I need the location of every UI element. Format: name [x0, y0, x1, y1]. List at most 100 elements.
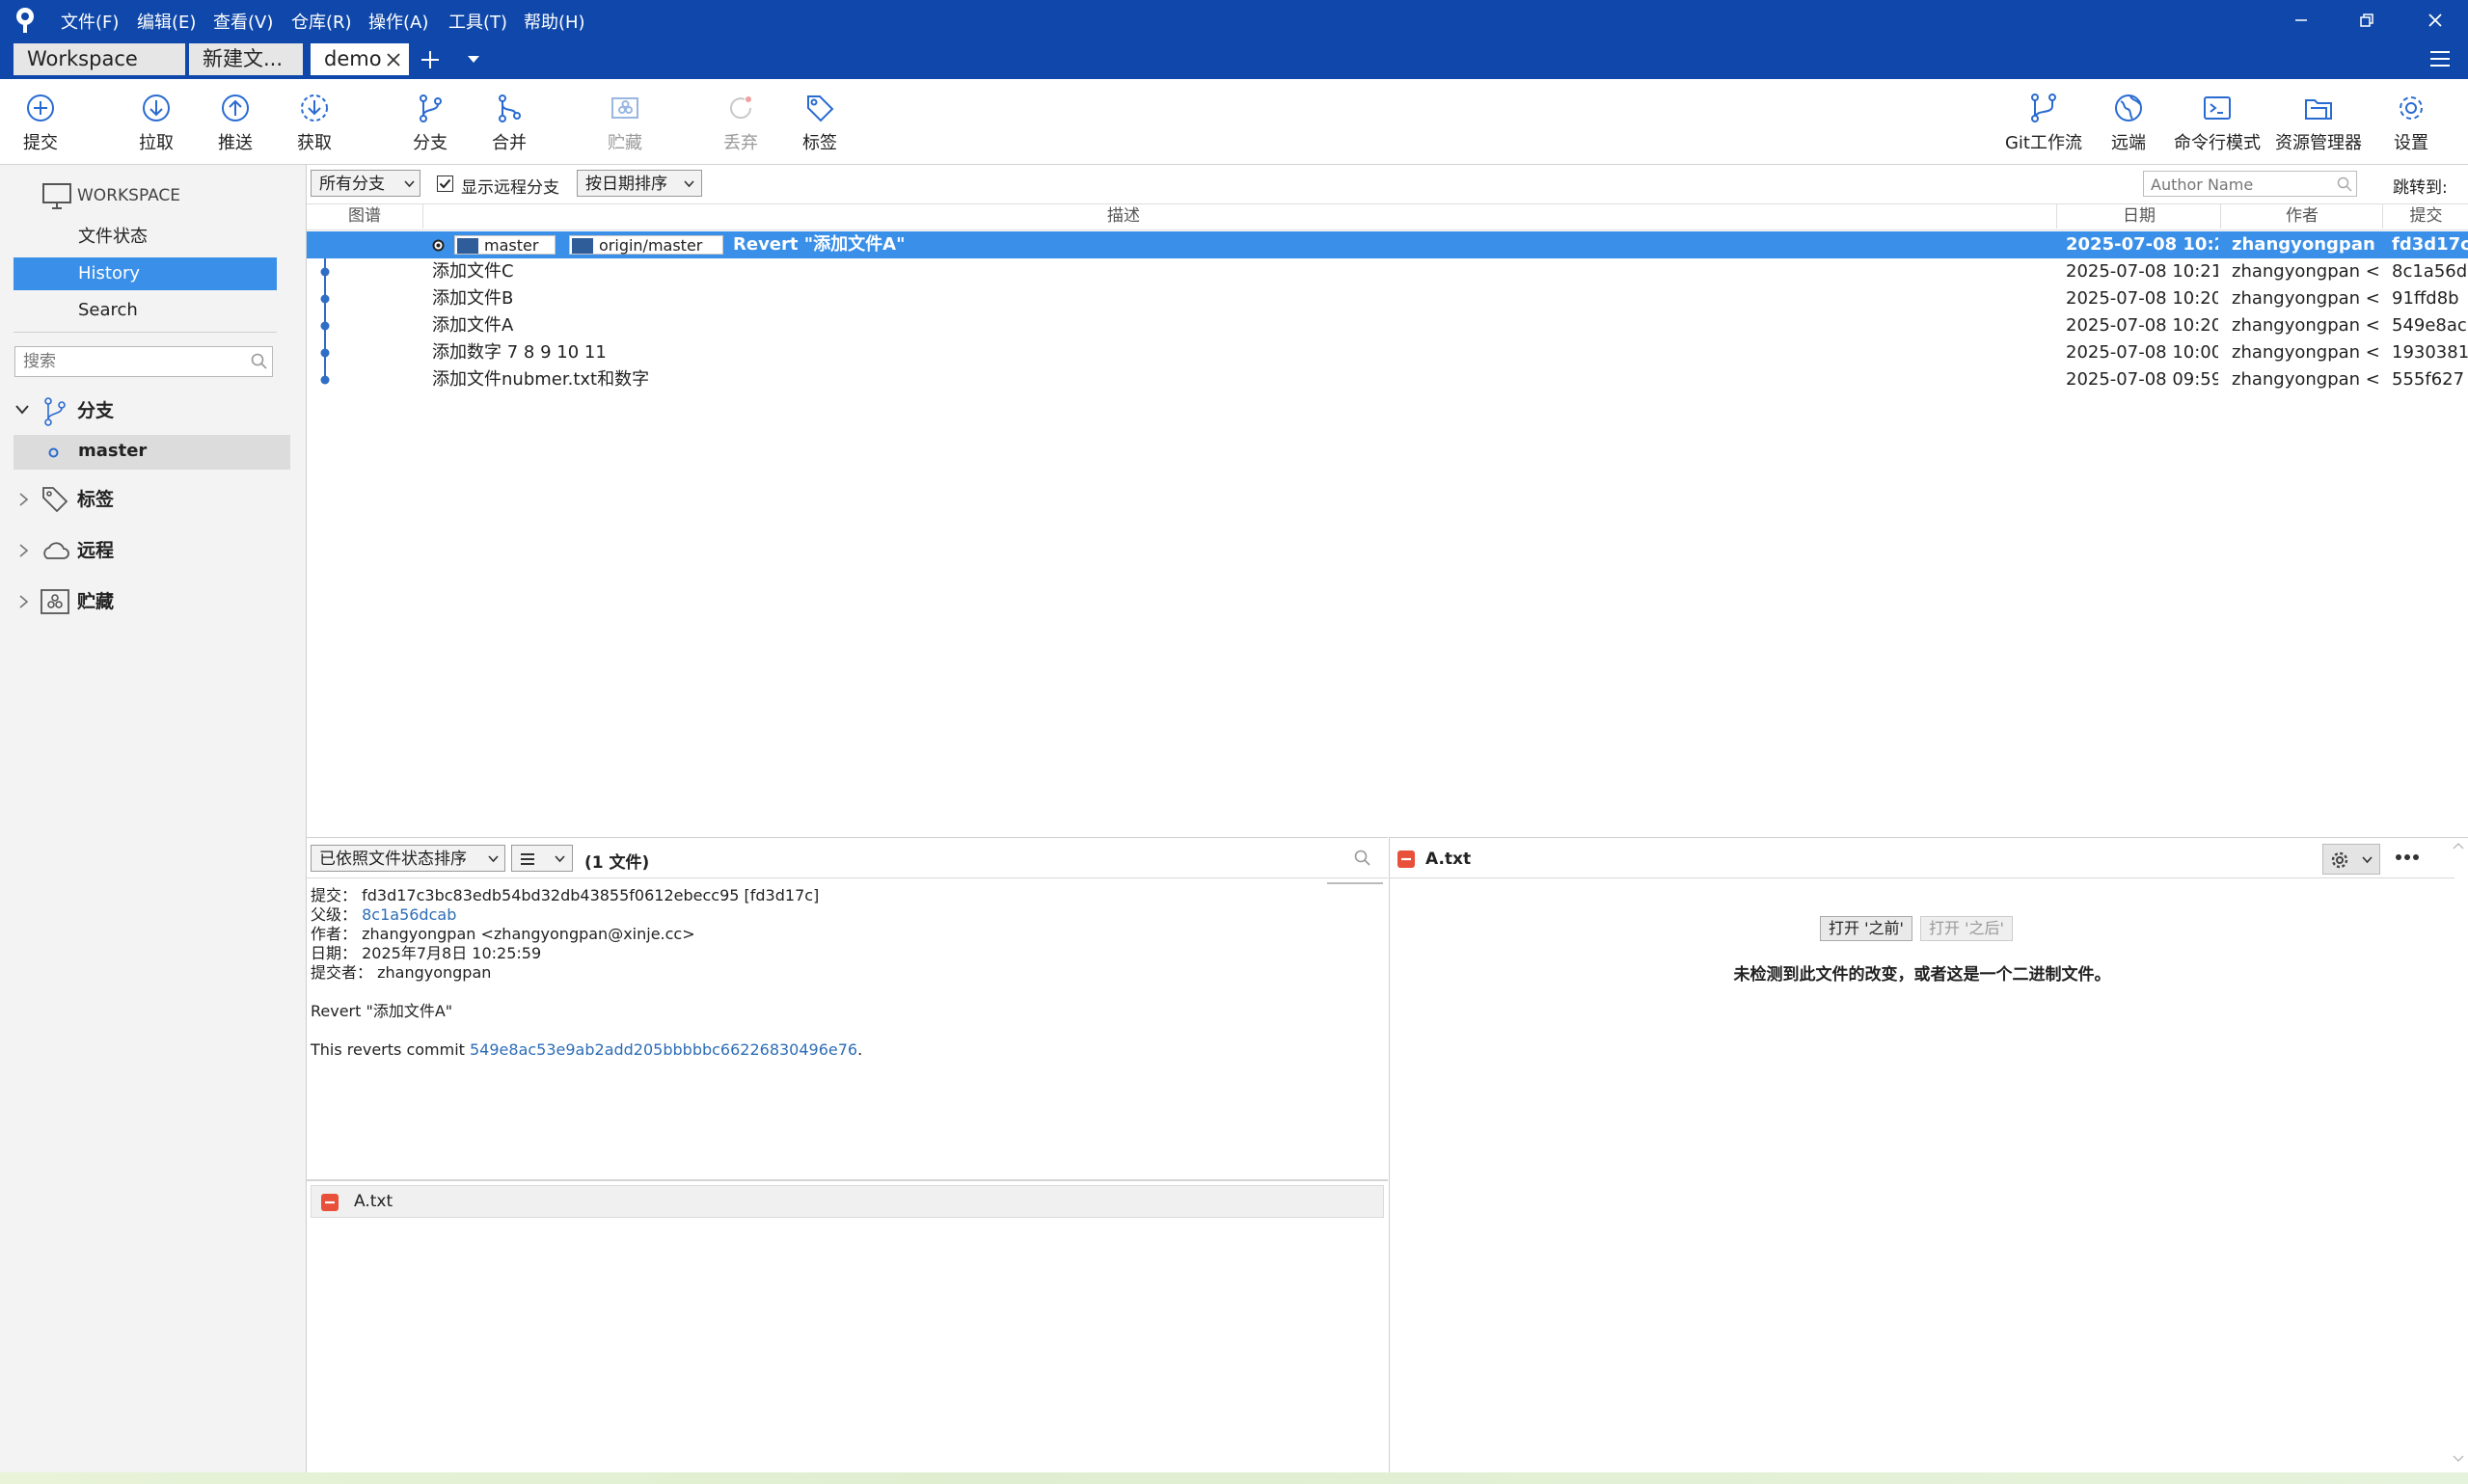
tag-label: 标签: [802, 133, 837, 153]
author-line: 作者： zhangyongpan <zhangyongpan@xinje.cc>: [311, 925, 695, 943]
sidebar-item-search[interactable]: Search: [14, 294, 277, 327]
column-header-description[interactable]: 描述: [424, 203, 1823, 229]
commit-date: 2025-07-08 09:59: [2066, 369, 2218, 390]
splitter[interactable]: [307, 1179, 1388, 1181]
gitflow-icon: [2000, 93, 2087, 123]
tab-workspace[interactable]: Workspace: [14, 43, 185, 75]
tab-new-document[interactable]: 新建文...: [189, 43, 303, 75]
commit-row[interactable]: 添加文件nubmer.txt和数字 2025-07-08 09:59 zhang…: [307, 366, 2468, 393]
commit-row[interactable]: 添加文件A 2025-07-08 10:20 zhangyongpan < 54…: [307, 312, 2468, 339]
divider: [14, 332, 277, 333]
pull-button[interactable]: 拉取: [113, 93, 200, 160]
settings-label: 设置: [2394, 133, 2428, 153]
merge-icon: [466, 93, 553, 123]
chevron-right-icon[interactable]: [19, 595, 28, 608]
parent-link[interactable]: 8c1a56dcab: [362, 905, 456, 924]
branch-ref-tag[interactable]: master: [454, 235, 556, 255]
branch-button[interactable]: 分支: [387, 93, 474, 160]
commit-row[interactable]: 添加文件B 2025-07-08 10:20 zhangyongpan < 91…: [307, 285, 2468, 312]
show-remote-checkbox[interactable]: [437, 175, 453, 192]
current-branch-dot-icon: [48, 447, 59, 458]
stash-icon: [582, 93, 668, 123]
branch-filter-dropdown[interactable]: 所有分支: [311, 170, 420, 197]
close-window-button[interactable]: [2406, 4, 2464, 37]
menu-file[interactable]: 文件(F): [61, 9, 119, 34]
commit-date: 2025-07-08 10:21: [2066, 261, 2218, 282]
column-header-graph[interactable]: 图谱: [307, 203, 422, 229]
author-filter-box[interactable]: [2143, 171, 2357, 197]
menu-repository[interactable]: 仓库(R): [291, 9, 352, 34]
sidebar-item-history[interactable]: History: [14, 257, 277, 290]
gear-icon: [2368, 93, 2454, 123]
file-removed-icon: [1397, 850, 1415, 868]
minimize-button[interactable]: [2272, 4, 2330, 37]
more-options-icon[interactable]: [2395, 853, 2420, 861]
scroll-thumb[interactable]: [1327, 882, 1383, 884]
commit-description: Revert "添加文件A": [733, 234, 906, 255]
column-header-date[interactable]: 日期: [2058, 203, 2220, 229]
column-header-commit[interactable]: 提交: [2384, 203, 2468, 229]
sidebar-search-input[interactable]: [21, 349, 237, 374]
menu-edit[interactable]: 编辑(E): [137, 9, 196, 34]
sidebar-item-file-status[interactable]: 文件状态: [14, 221, 277, 254]
chevron-right-icon[interactable]: [19, 544, 28, 557]
new-tab-button[interactable]: [420, 49, 441, 70]
chevron-right-icon[interactable]: [19, 493, 28, 506]
commit-row[interactable]: master origin/master Revert "添加文件A" 2025…: [307, 231, 2468, 258]
commit-row[interactable]: 添加文件C 2025-07-08 10:21 zhangyongpan < 8c…: [307, 258, 2468, 285]
chevron-down-icon[interactable]: [15, 405, 29, 415]
tab-label: 新建文...: [203, 47, 284, 70]
fetch-button[interactable]: 获取: [271, 93, 358, 160]
discard-label: 丢弃: [723, 133, 758, 153]
committer-line: 提交者： zhangyongpan: [311, 963, 491, 982]
changed-file-item[interactable]: A.txt: [311, 1185, 1384, 1218]
push-button[interactable]: 推送: [192, 93, 279, 160]
sidebar-item-branch-master[interactable]: master: [14, 435, 290, 470]
explorer-button[interactable]: 资源管理器: [2275, 93, 2362, 160]
gitflow-button[interactable]: Git工作流: [2000, 93, 2087, 160]
column-header-author[interactable]: 作者: [2222, 203, 2382, 229]
date-value: 2025年7月8日 10:25:59: [362, 944, 542, 962]
open-before-button[interactable]: 打开 '之前': [1820, 916, 1912, 941]
commit-list: master origin/master Revert "添加文件A" 2025…: [307, 231, 2468, 405]
terminal-button[interactable]: 命令行模式: [2174, 93, 2261, 160]
open-after-button[interactable]: 打开 '之后': [1920, 916, 2013, 941]
diff-options-button[interactable]: [2322, 844, 2380, 875]
tab-bar: Workspace 新建文... demo: [0, 40, 2468, 79]
restore-button[interactable]: [2338, 4, 2396, 37]
toolbar: 提交 拉取 推送 获取 分支 合并 贮藏 丢弃 标签 Git工作流 远端 命令行…: [0, 79, 2468, 165]
head-marker-icon: [432, 239, 445, 252]
tag-button[interactable]: 标签: [776, 93, 863, 160]
sort-order-dropdown[interactable]: 按日期排序: [577, 170, 702, 197]
merge-button[interactable]: 合并: [466, 93, 553, 160]
show-remote-label[interactable]: 显示远程分支: [461, 174, 559, 198]
remote-button[interactable]: 远端: [2085, 93, 2172, 160]
commit-hash: 549e8ac: [2392, 315, 2467, 336]
close-tab-icon[interactable]: [386, 52, 401, 67]
menu-actions[interactable]: 操作(A): [368, 9, 428, 34]
commit-row[interactable]: 添加数字 7 8 9 10 11 2025-07-08 10:00 zhangy…: [307, 339, 2468, 366]
hamburger-menu-icon[interactable]: [2429, 49, 2451, 68]
menu-tools[interactable]: 工具(T): [448, 9, 507, 34]
menu-help[interactable]: 帮助(H): [524, 9, 585, 34]
tab-demo[interactable]: demo: [311, 43, 409, 75]
commit-button[interactable]: 提交: [0, 93, 84, 160]
discard-button[interactable]: 丢弃: [697, 93, 784, 160]
search-icon[interactable]: [1354, 850, 1371, 867]
chevron-down-icon: [488, 855, 499, 863]
menu-view[interactable]: 查看(V): [213, 9, 273, 34]
settings-button[interactable]: 设置: [2368, 93, 2454, 160]
reverts-commit-link[interactable]: 549e8ac53e9ab2add205bbbbbc66226830496e76: [470, 1040, 857, 1059]
file-sort-dropdown[interactable]: 已依照文件状态排序: [311, 845, 505, 872]
branches-label: 分支: [77, 400, 115, 421]
sidebar-search-box[interactable]: [14, 346, 273, 377]
branch-icon: [457, 238, 478, 254]
scroll-down-icon[interactable]: [2453, 1455, 2464, 1463]
stash-button[interactable]: 贮藏: [582, 93, 668, 160]
author-filter-input[interactable]: [2149, 173, 2326, 196]
remote-ref-tag[interactable]: origin/master: [569, 235, 723, 255]
view-mode-dropdown[interactable]: [511, 845, 573, 872]
tab-list-dropdown-icon[interactable]: [468, 56, 479, 64]
commit-description: 添加数字 7 8 9 10 11: [432, 342, 607, 363]
scroll-up-icon[interactable]: [2453, 842, 2464, 850]
